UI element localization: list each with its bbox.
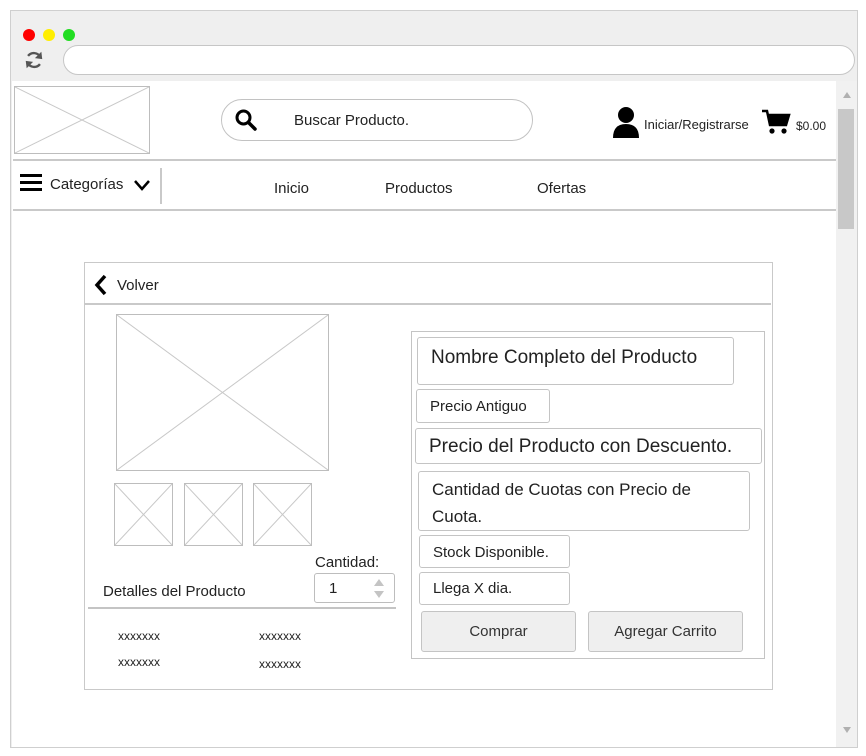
delivery-box: Llega X dia.	[419, 572, 570, 605]
product-thumbnail[interactable]	[184, 483, 243, 546]
search-bar[interactable]: Buscar Producto.	[221, 99, 533, 141]
stock-box: Stock Disponible.	[419, 535, 570, 568]
nav-link-ofertas[interactable]: Ofertas	[537, 180, 586, 197]
product-info-panel: Nombre Completo del Producto Precio Anti…	[411, 331, 765, 659]
nav-divider	[160, 168, 162, 204]
quantity-value[interactable]: 1	[329, 580, 337, 597]
vertical-scrollbar[interactable]	[836, 81, 857, 747]
product-thumbnail[interactable]	[114, 483, 173, 546]
browser-window: Buscar Producto. Iniciar/Registrarse $0.…	[10, 10, 858, 748]
address-bar[interactable]	[63, 45, 855, 75]
chevron-down-icon[interactable]	[133, 178, 151, 192]
maximize-window-dot[interactable]	[63, 29, 75, 41]
details-divider	[88, 607, 396, 609]
detail-value: xxxxxxx	[118, 629, 160, 643]
scroll-down-arrow[interactable]	[843, 727, 851, 733]
header-divider	[13, 159, 836, 161]
nav-bottom-divider	[13, 209, 836, 211]
discount-price-box: Precio del Producto con Descuento.	[415, 428, 762, 464]
scrollbar-thumb[interactable]	[838, 109, 854, 229]
chevron-left-icon[interactable]	[94, 274, 108, 296]
installments-text: Cantidad de Cuotas con Precio de Cuota.	[432, 480, 691, 526]
old-price: Precio Antiguo	[430, 398, 527, 415]
reload-icon[interactable]	[23, 49, 45, 71]
search-icon[interactable]	[234, 108, 258, 132]
quantity-stepper[interactable]: 1	[314, 573, 395, 603]
detail-value: xxxxxxx	[259, 657, 301, 671]
close-window-dot[interactable]	[23, 29, 35, 41]
quantity-decrement-arrow[interactable]	[374, 591, 384, 598]
search-input[interactable]: Buscar Producto.	[294, 112, 409, 129]
product-thumbnail[interactable]	[253, 483, 312, 546]
back-button[interactable]: Volver	[117, 277, 159, 294]
detail-value: xxxxxxx	[118, 655, 160, 669]
scroll-up-arrow[interactable]	[843, 92, 851, 98]
menu-icon[interactable]	[20, 174, 42, 192]
nav-link-inicio[interactable]: Inicio	[274, 180, 309, 197]
add-to-cart-button[interactable]: Agregar Carrito	[588, 611, 743, 652]
user-icon[interactable]	[612, 106, 640, 138]
logo-placeholder-image[interactable]	[14, 86, 150, 154]
old-price-box: Precio Antiguo	[416, 389, 550, 423]
product-details-title: Detalles del Producto	[103, 583, 246, 600]
quantity-increment-arrow[interactable]	[374, 579, 384, 586]
categories-menu[interactable]: Categorías	[50, 176, 123, 193]
cart-icon[interactable]	[761, 109, 791, 135]
page-viewport: Buscar Producto. Iniciar/Registrarse $0.…	[12, 81, 836, 747]
login-register-link[interactable]: Iniciar/Registrarse	[644, 117, 749, 132]
detail-value: xxxxxxx	[259, 629, 301, 643]
minimize-window-dot[interactable]	[43, 29, 55, 41]
product-name-box: Nombre Completo del Producto	[417, 337, 734, 385]
panel-header-divider	[85, 303, 771, 305]
cart-total[interactable]: $0.00	[796, 119, 826, 133]
product-panel: Volver Cantidad: 1 Detalles del Producto…	[84, 262, 773, 690]
buy-button[interactable]: Comprar	[421, 611, 576, 652]
installments-box: Cantidad de Cuotas con Precio de Cuota.	[418, 471, 750, 531]
delivery-text: Llega X dia.	[433, 580, 513, 597]
product-name: Nombre Completo del Producto	[431, 347, 698, 368]
discount-price: Precio del Producto con Descuento.	[429, 436, 733, 457]
nav-link-productos[interactable]: Productos	[385, 180, 453, 197]
quantity-label: Cantidad:	[315, 554, 380, 571]
stock-text: Stock Disponible.	[433, 544, 549, 561]
product-main-image[interactable]	[116, 314, 329, 471]
